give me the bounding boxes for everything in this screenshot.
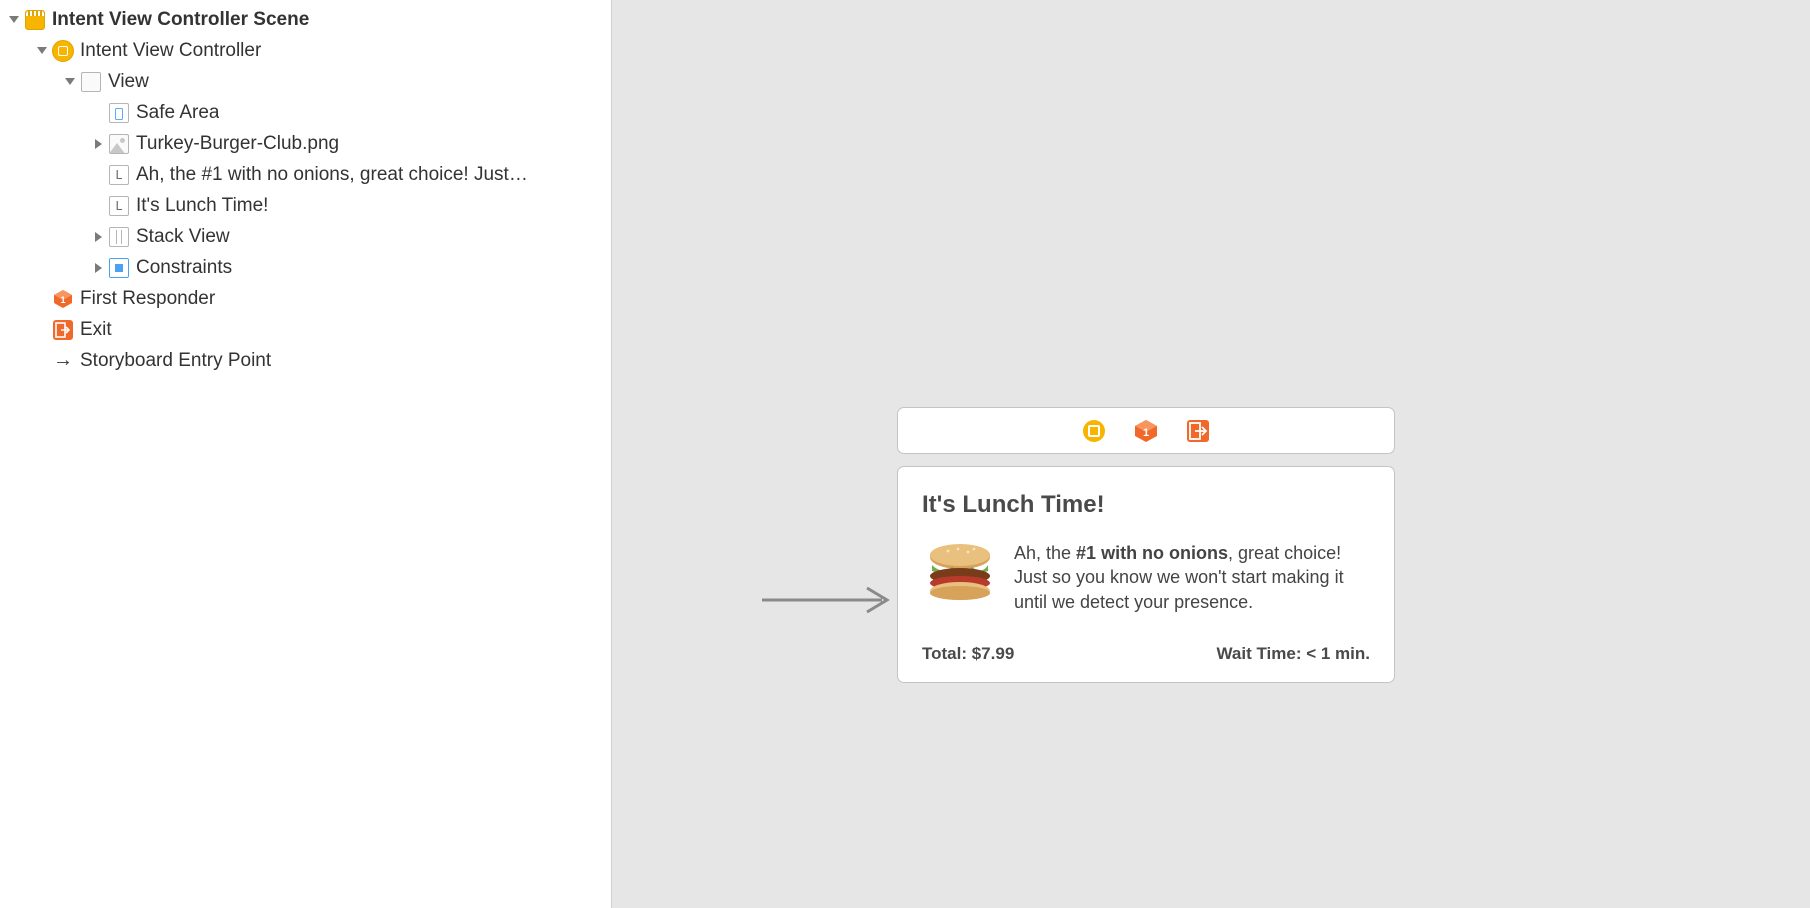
tree-row-view[interactable]: View	[0, 66, 611, 97]
stackview-icon	[108, 226, 130, 248]
wait-time-label: Wait Time: < 1 min.	[1216, 644, 1370, 664]
interface-builder-canvas[interactable]: 1 It's Lunch Time!	[612, 0, 1810, 908]
exit-icon	[52, 319, 74, 341]
first-responder-icon[interactable]: 1	[1134, 419, 1158, 443]
tree-label: Exit	[80, 319, 112, 341]
text-prefix: Ah, the	[1014, 543, 1076, 563]
burger-image	[922, 541, 998, 601]
disclosure-triangle-icon[interactable]	[92, 262, 104, 274]
preview-title: It's Lunch Time!	[922, 491, 1370, 519]
disclosure-spacer	[92, 169, 104, 181]
storyboard-entry-arrow-icon[interactable]	[762, 580, 902, 620]
tree-row-exit[interactable]: Exit	[0, 314, 611, 345]
disclosure-spacer	[92, 200, 104, 212]
tree-label: Intent View Controller Scene	[52, 9, 309, 31]
tree-row-image[interactable]: Turkey-Burger-Club.png	[0, 128, 611, 159]
intent-view-preview[interactable]: It's Lunch Time! Ah, the #1	[897, 466, 1395, 683]
disclosure-triangle-icon[interactable]	[92, 231, 104, 243]
tree-row-view-controller[interactable]: Intent View Controller	[0, 35, 611, 66]
disclosure-spacer	[36, 293, 48, 305]
tree-row-scene[interactable]: Intent View Controller Scene	[0, 4, 611, 35]
tree-label: Storyboard Entry Point	[80, 350, 271, 372]
imageview-icon	[108, 133, 130, 155]
exit-icon[interactable]	[1186, 419, 1210, 443]
tree-label: Turkey-Burger-Club.png	[136, 133, 339, 155]
tree-label: Intent View Controller	[80, 40, 261, 62]
tree-row-first-responder[interactable]: 1 First Responder	[0, 283, 611, 314]
label-icon: L	[108, 195, 130, 217]
tree-row-entry-point[interactable]: → Storyboard Entry Point	[0, 345, 611, 376]
disclosure-triangle-icon[interactable]	[92, 138, 104, 150]
disclosure-triangle-icon[interactable]	[36, 45, 48, 57]
constraints-icon	[108, 257, 130, 279]
total-label: Total: $7.99	[922, 644, 1014, 664]
preview-description: Ah, the #1 with no onions, great choice!…	[1014, 541, 1370, 614]
disclosure-spacer	[92, 107, 104, 119]
scene-icon	[24, 9, 46, 31]
tree-label: Safe Area	[136, 102, 219, 124]
svg-text:1: 1	[1143, 427, 1149, 439]
tree-row-label-1[interactable]: L Ah, the #1 with no onions, great choic…	[0, 159, 611, 190]
first-responder-icon: 1	[52, 288, 74, 310]
tree-label: Ah, the #1 with no onions, great choice!…	[136, 164, 528, 186]
tree-label: First Responder	[80, 288, 215, 310]
tree-row-safe-area[interactable]: Safe Area	[0, 97, 611, 128]
text-emphasis: #1 with no onions	[1076, 543, 1228, 563]
preview-body: Ah, the #1 with no onions, great choice!…	[922, 541, 1370, 614]
disclosure-spacer	[36, 324, 48, 336]
view-controller-icon	[52, 40, 74, 62]
tree-row-stack-view[interactable]: Stack View	[0, 221, 611, 252]
arrow-right-icon: →	[52, 350, 74, 372]
tree-label: Constraints	[136, 257, 232, 279]
svg-text:1: 1	[60, 295, 65, 305]
tree-label: Stack View	[136, 226, 230, 248]
tree-label: It's Lunch Time!	[136, 195, 268, 217]
tree-row-label-2[interactable]: L It's Lunch Time!	[0, 190, 611, 221]
document-outline[interactable]: Intent View Controller Scene Intent View…	[0, 0, 612, 908]
scene-dock[interactable]: 1	[897, 407, 1395, 454]
view-controller-icon[interactable]	[1082, 419, 1106, 443]
tree-label: View	[108, 71, 149, 93]
disclosure-triangle-icon[interactable]	[64, 76, 76, 88]
tree-row-constraints[interactable]: Constraints	[0, 252, 611, 283]
view-icon	[80, 71, 102, 93]
disclosure-triangle-icon[interactable]	[8, 14, 20, 26]
label-icon: L	[108, 164, 130, 186]
disclosure-spacer	[36, 355, 48, 367]
preview-footer: Total: $7.99 Wait Time: < 1 min.	[922, 644, 1370, 664]
safe-area-icon	[108, 102, 130, 124]
